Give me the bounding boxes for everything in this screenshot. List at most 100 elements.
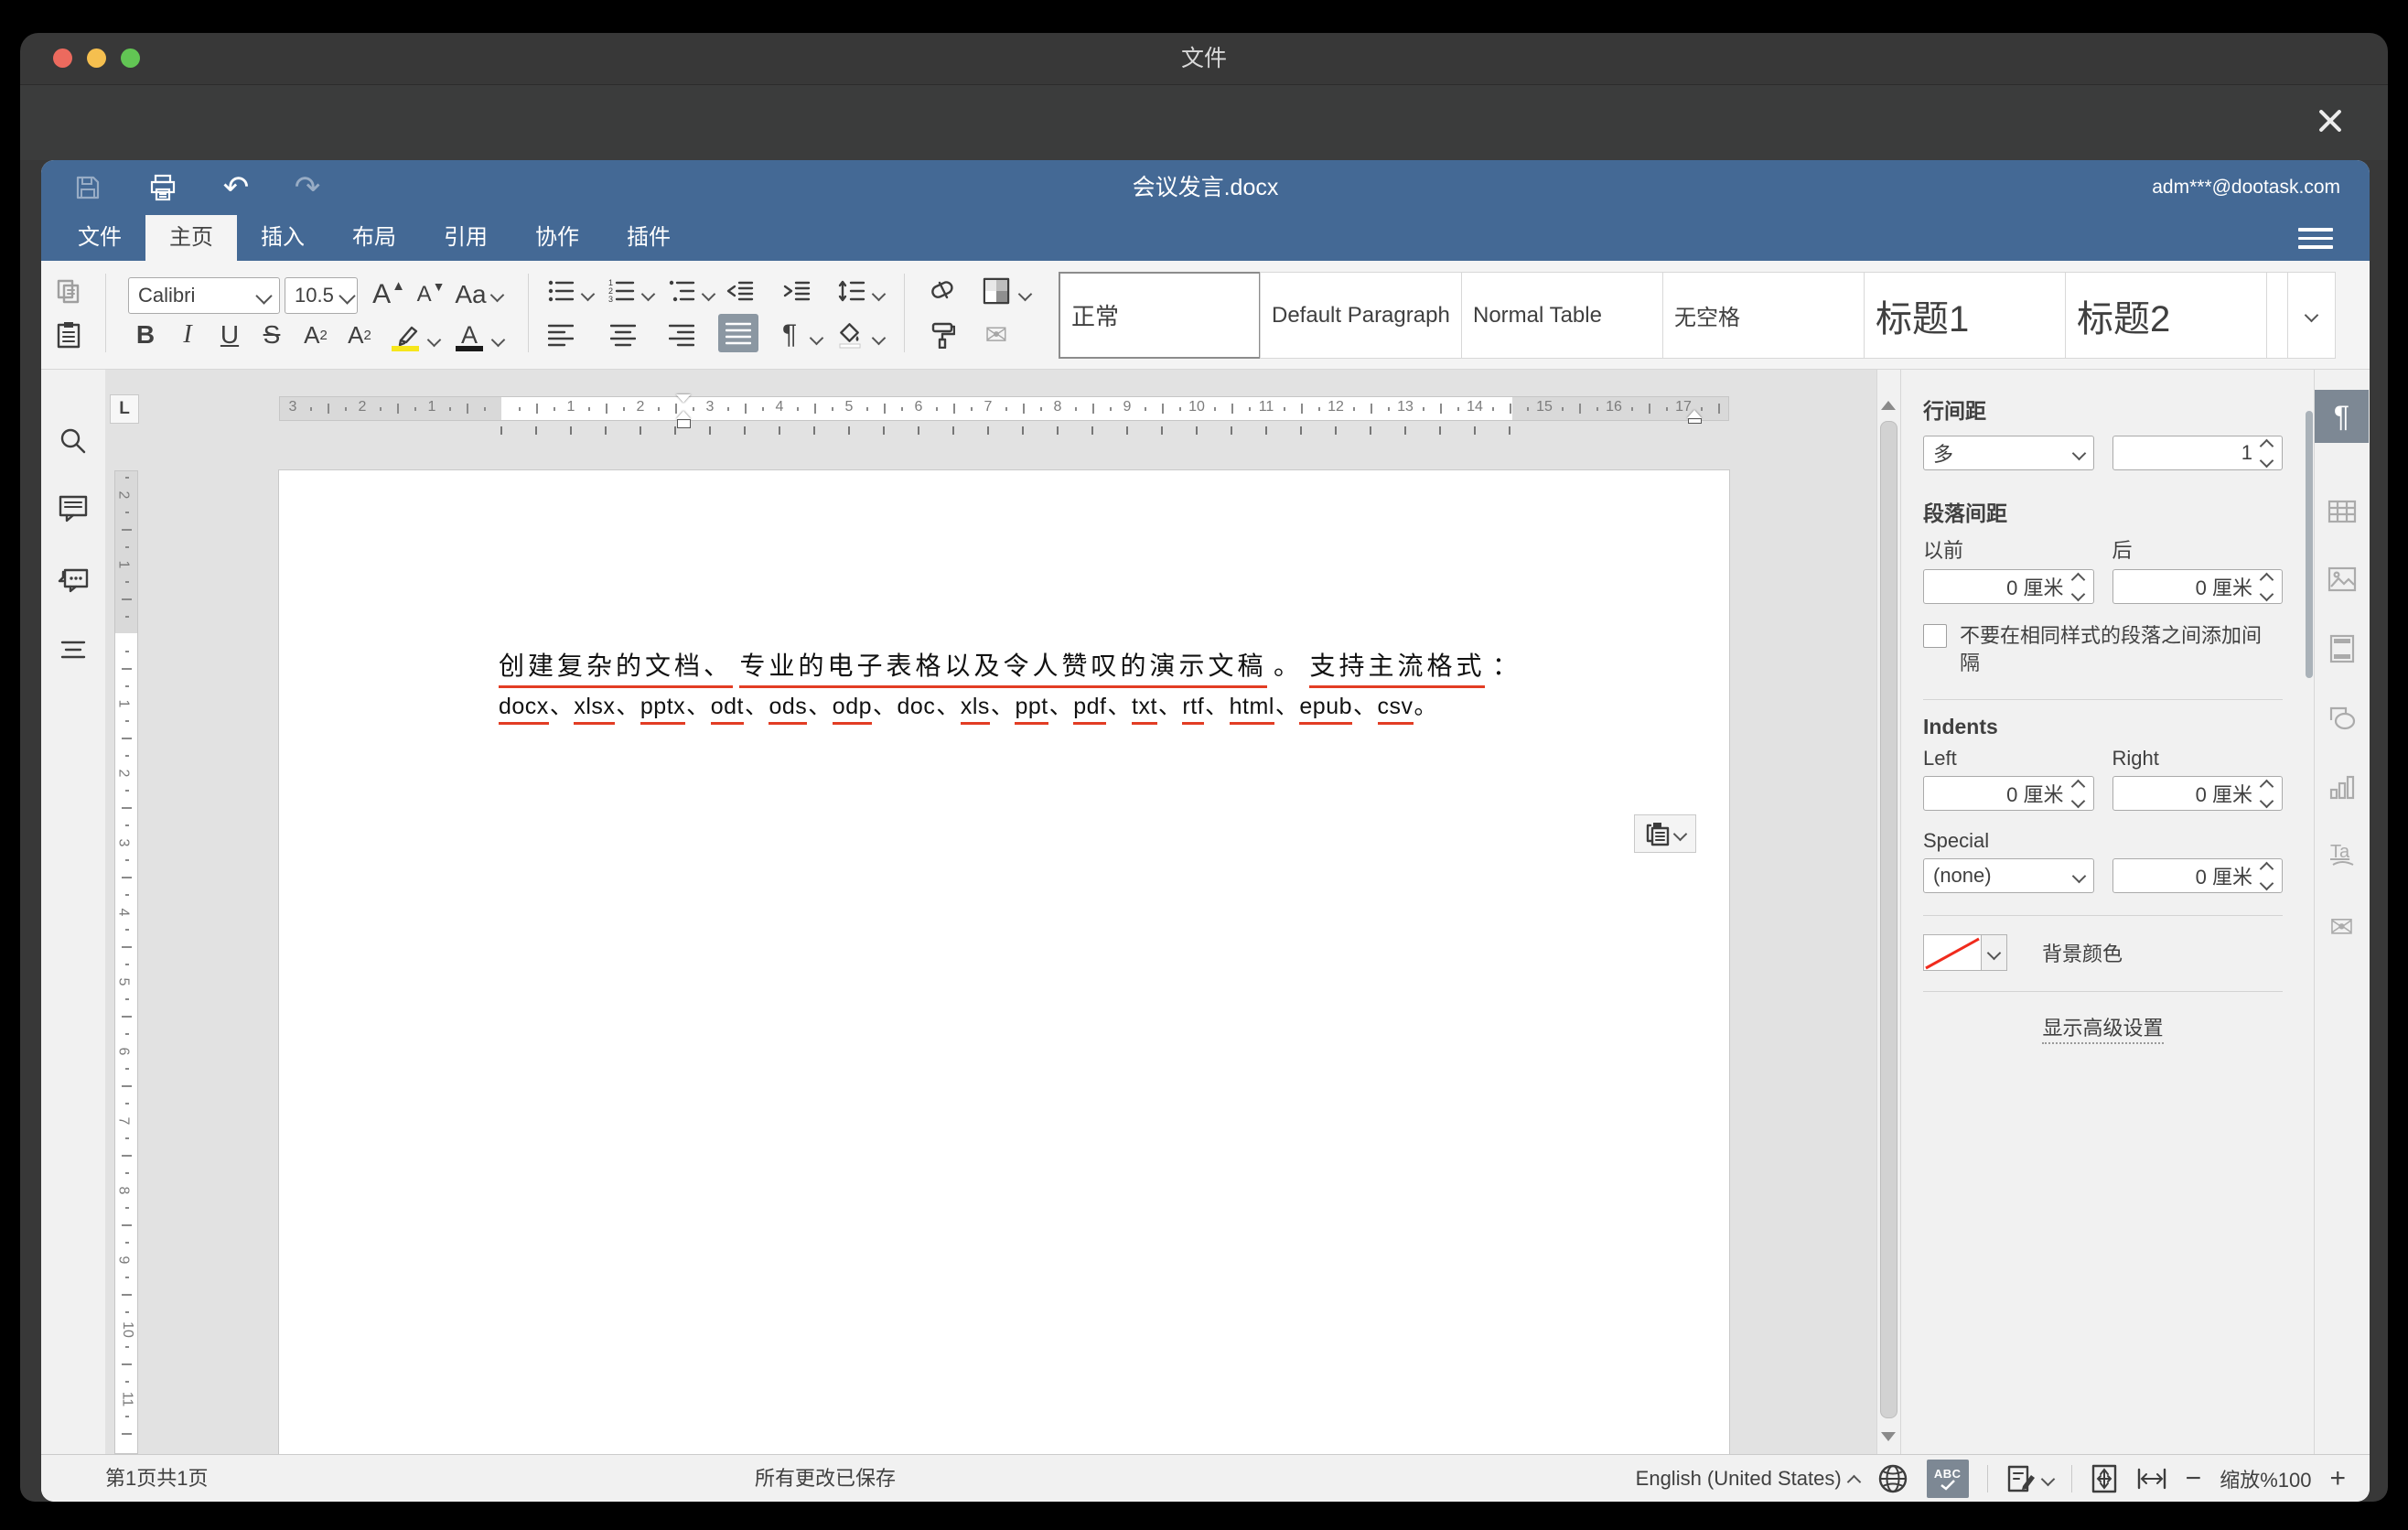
fit-page-button[interactable]: [2091, 1464, 2118, 1493]
style-Default Paragraph[interactable]: Default Paragraph: [1260, 272, 1462, 359]
menu-icon[interactable]: [2298, 228, 2333, 250]
numbered-list-dropdown[interactable]: [643, 286, 658, 301]
spin-down-icon[interactable]: [2070, 587, 2085, 601]
shape-settings-tab[interactable]: [2315, 692, 2369, 745]
spin-down-icon[interactable]: [2260, 587, 2274, 601]
spin-up-icon[interactable]: [2260, 779, 2274, 793]
search-button[interactable]: [53, 421, 93, 461]
comments-button[interactable]: [53, 489, 93, 529]
scroll-up-icon[interactable]: [1881, 401, 1896, 410]
justify-button[interactable]: [718, 314, 758, 352]
document-scrollbar[interactable]: [1876, 370, 1900, 1454]
horizontal-ruler[interactable]: 3211234567891011121314151617: [279, 396, 1729, 421]
style-标题2[interactable]: 标题2: [2065, 272, 2267, 359]
special-select[interactable]: (none): [1923, 858, 2094, 893]
close-icon[interactable]: [2315, 105, 2346, 136]
chat-button[interactable]: [53, 560, 93, 600]
fit-width-button[interactable]: [2136, 1467, 2167, 1491]
mail-merge-button[interactable]: ✉: [976, 316, 1016, 354]
zoom-in-button[interactable]: +: [2329, 1465, 2346, 1492]
first-line-indent-marker[interactable]: [676, 394, 691, 403]
decrease-indent-button[interactable]: [720, 272, 760, 310]
same-style-checkbox[interactable]: [1923, 624, 1947, 648]
spellcheck-button[interactable]: ABC: [1927, 1460, 1969, 1498]
paste-options-button[interactable]: [1634, 814, 1696, 853]
increase-indent-button[interactable]: [777, 272, 817, 310]
decrease-font-button[interactable]: A▼: [411, 275, 451, 314]
style-标题1[interactable]: 标题1: [1864, 272, 2066, 359]
tab-引用[interactable]: 引用: [420, 215, 511, 261]
vertical-ruler[interactable]: 211234567891011: [114, 470, 138, 1454]
underline-button[interactable]: U: [210, 316, 250, 354]
spin-up-icon[interactable]: [2260, 572, 2274, 587]
style-Normal Table[interactable]: Normal Table: [1461, 272, 1663, 359]
spin-down-icon[interactable]: [2070, 793, 2085, 808]
page-count[interactable]: 第1页共1页: [105, 1455, 208, 1502]
indent-right-input[interactable]: 0 厘米: [2112, 776, 2284, 811]
zoom-out-button[interactable]: −: [2186, 1465, 2202, 1492]
header-footer-settings-tab[interactable]: [2315, 622, 2369, 675]
multilevel-list-dropdown[interactable]: [704, 286, 718, 301]
text-art-settings-tab[interactable]: Ta: [2315, 829, 2369, 882]
font-name-select[interactable]: Calibri: [128, 277, 280, 314]
font-size-select[interactable]: 10.5: [285, 277, 358, 314]
table-shading-dropdown[interactable]: [1020, 286, 1035, 301]
zoom-level[interactable]: 缩放%100: [2220, 1464, 2311, 1493]
spacing-after-input[interactable]: 0 厘米: [2112, 569, 2284, 604]
track-changes-button[interactable]: [2006, 1464, 2053, 1493]
change-case-button[interactable]: Aa: [451, 275, 506, 314]
tab-文件[interactable]: 文件: [54, 215, 145, 261]
multilevel-list-button[interactable]: [661, 272, 702, 310]
background-color-dropdown[interactable]: [1982, 934, 2007, 971]
paragraph-settings-tab[interactable]: ¶: [2315, 390, 2369, 443]
bold-button[interactable]: B: [125, 316, 166, 354]
highlight-color-button[interactable]: [385, 316, 425, 354]
italic-button[interactable]: I: [167, 316, 208, 354]
align-left-button[interactable]: [541, 316, 581, 354]
copy-button[interactable]: [48, 272, 89, 310]
paste-button[interactable]: [48, 316, 89, 354]
increase-font-button[interactable]: A▲: [369, 275, 409, 314]
tab-主页[interactable]: 主页: [145, 215, 237, 261]
line-spacing-amount[interactable]: 1: [2112, 436, 2284, 470]
navigation-button[interactable]: [53, 630, 93, 670]
subscript-button[interactable]: A2: [339, 316, 380, 354]
spacing-before-input[interactable]: 0 厘米: [1923, 569, 2094, 604]
indent-left-input[interactable]: 0 厘米: [1923, 776, 2094, 811]
nonprinting-dropdown[interactable]: [812, 330, 826, 345]
document-language-button[interactable]: [1877, 1463, 1908, 1494]
copy-style-button[interactable]: [921, 316, 962, 354]
spin-down-icon[interactable]: [2260, 876, 2274, 890]
clear-style-button[interactable]: [921, 272, 962, 310]
document-canvas[interactable]: L 3211234567891011121314151617 211234567…: [105, 370, 1876, 1454]
bullet-list-button[interactable]: [541, 272, 581, 310]
spin-down-icon[interactable]: [2260, 793, 2274, 808]
shading-dropdown[interactable]: [874, 330, 888, 345]
scrollbar-thumb[interactable]: [1880, 421, 1897, 1418]
tab-协作[interactable]: 协作: [511, 215, 603, 261]
spin-up-icon[interactable]: [2070, 779, 2085, 793]
shading-button[interactable]: [830, 316, 870, 354]
numbered-list-button[interactable]: 123: [601, 272, 641, 310]
highlight-dropdown[interactable]: [429, 332, 444, 347]
tab-插入[interactable]: 插入: [237, 215, 328, 261]
background-color-swatch[interactable]: [1923, 934, 1982, 971]
align-center-button[interactable]: [603, 316, 643, 354]
spin-down-icon[interactable]: [2260, 453, 2274, 468]
hanging-indent-marker[interactable]: [676, 411, 691, 428]
line-spacing-select[interactable]: 多: [1923, 436, 2094, 470]
language-selector[interactable]: English (United States): [1636, 1467, 1859, 1491]
tab-布局[interactable]: 布局: [328, 215, 420, 261]
document-page[interactable]: 创建复杂的文档、专业的电子表格以及令人赞叹的演示文稿。支持主流格式： docx、…: [279, 470, 1729, 1454]
mail-merge-settings-tab[interactable]: ✉: [2315, 900, 2369, 954]
table-shading-button[interactable]: [976, 272, 1016, 310]
spin-up-icon[interactable]: [2070, 572, 2085, 587]
bullet-list-dropdown[interactable]: [583, 286, 597, 301]
scroll-down-icon[interactable]: [1881, 1432, 1896, 1441]
align-right-button[interactable]: [661, 316, 702, 354]
panel-scrollbar[interactable]: [2305, 370, 2314, 1454]
image-settings-tab[interactable]: [2315, 553, 2369, 606]
tab-插件[interactable]: 插件: [603, 215, 694, 261]
table-settings-tab[interactable]: [2315, 485, 2369, 538]
right-indent-marker[interactable]: [1687, 410, 1702, 424]
